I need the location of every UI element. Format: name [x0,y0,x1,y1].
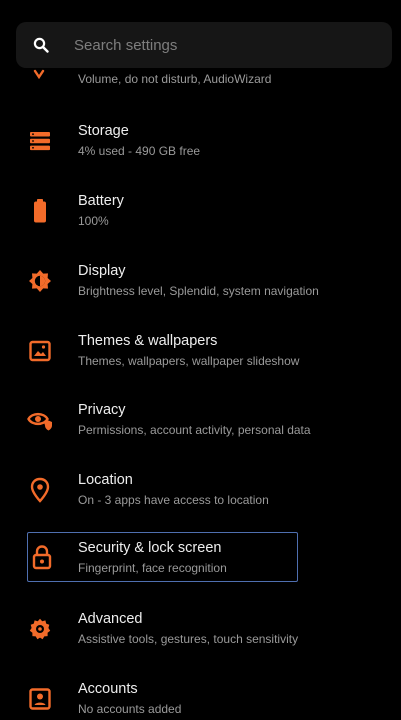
settings-item-title: Storage [78,123,129,139]
settings-item-title: Accounts [78,681,138,697]
settings-item-storage[interactable]: Storage 4% used - 490 GB free [27,117,297,165]
sound-item-subtitle: Volume, do not disturb, AudioWizard [78,72,272,86]
search-input[interactable] [74,36,354,54]
battery-icon [27,198,53,224]
gear-icon [27,616,53,642]
lock-icon [29,544,55,570]
settings-item-subtitle: No accounts added [78,702,182,716]
settings-item-title: Advanced [78,611,143,627]
settings-item-subtitle: On - 3 apps have access to location [78,493,269,507]
privacy-icon [27,407,53,433]
display-icon [27,268,53,294]
search-icon [32,36,50,54]
settings-item-title: Location [78,472,133,488]
settings-screen: Volume, do not disturb, AudioWizard Stor… [0,0,401,720]
settings-item-themes[interactable]: Themes & wallpapers Themes, wallpapers, … [27,327,300,375]
search-bar[interactable] [16,22,392,68]
settings-item-location[interactable]: Location On - 3 apps have access to loca… [27,466,297,514]
settings-item-title: Security & lock screen [78,540,222,556]
settings-item-security[interactable]: Security & lock screen Fingerprint, face… [27,532,298,582]
settings-item-accounts[interactable]: Accounts No accounts added [27,675,297,720]
settings-item-subtitle: 4% used - 490 GB free [78,144,201,158]
settings-item-subtitle: Permissions, account activity, personal … [78,423,311,437]
settings-item-privacy[interactable]: Privacy Permissions, account activity, p… [27,396,311,444]
wallpaper-icon [27,338,53,364]
settings-item-subtitle: Assistive tools, gestures, touch sensiti… [78,632,299,646]
settings-item-title: Battery [78,193,124,209]
settings-item-title: Privacy [78,402,126,418]
settings-item-subtitle: Fingerprint, face recognition [78,561,227,575]
settings-item-display[interactable]: Display Brightness level, Splendid, syst… [27,257,319,305]
settings-item-advanced[interactable]: Advanced Assistive tools, gestures, touc… [27,605,299,653]
settings-item-battery[interactable]: Battery 100% [27,187,297,235]
settings-item-subtitle: Brightness level, Splendid, system navig… [78,284,319,298]
storage-icon [27,128,53,154]
settings-item-subtitle: 100% [78,214,109,228]
account-icon [27,686,53,712]
settings-item-title: Themes & wallpapers [78,333,218,349]
settings-item-subtitle: Themes, wallpapers, wallpaper slideshow [78,354,300,368]
settings-item-title: Display [78,263,126,279]
location-icon [27,477,53,503]
